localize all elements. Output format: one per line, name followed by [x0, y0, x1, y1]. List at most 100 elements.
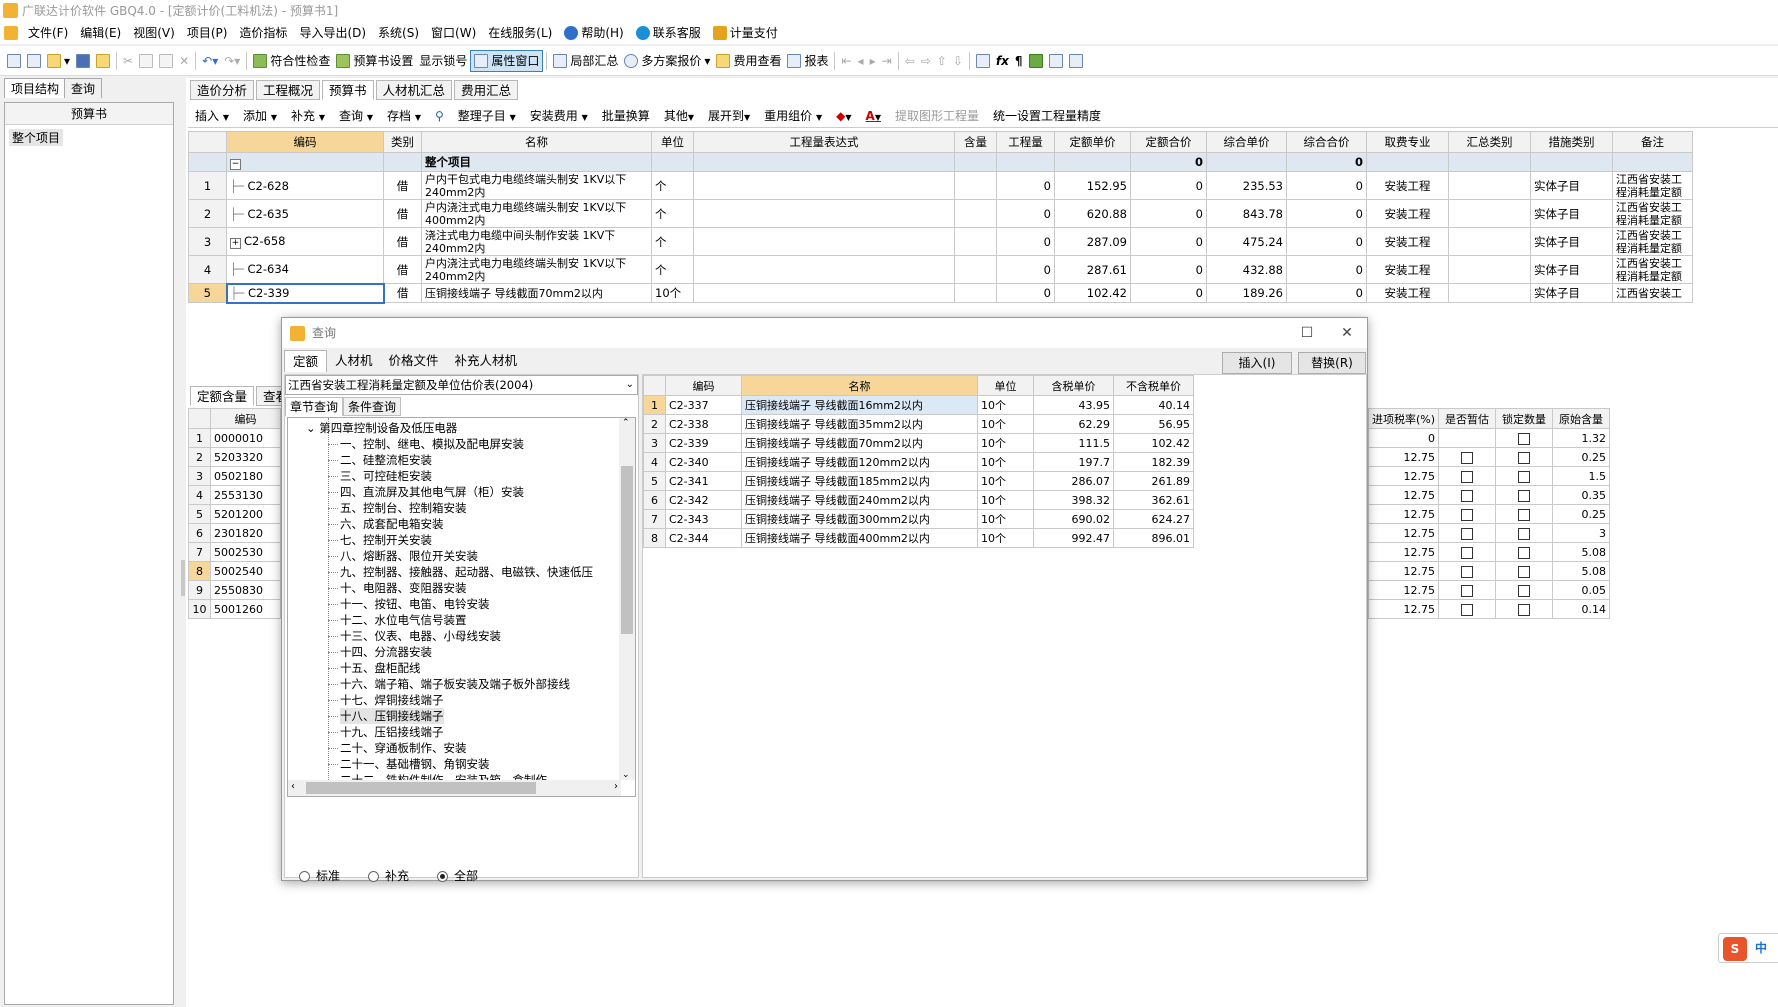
tree-item[interactable]: 八、熔断器、限位开关安装	[340, 548, 478, 564]
table-row[interactable]: 6 2301820	[188, 523, 281, 543]
cell-remark[interactable]: 江西省安装工程消耗量定额	[1612, 255, 1693, 284]
cell-tax-rate[interactable]: 12.75	[1367, 466, 1440, 486]
tab-budget[interactable]: 预算书	[322, 80, 374, 100]
lock-qty-checkbox[interactable]	[1518, 565, 1531, 578]
organize-button[interactable]: 整理子目 ▼	[451, 107, 523, 124]
tab-quota-content[interactable]: 定额含量	[190, 386, 255, 406]
cell-expression[interactable]	[693, 255, 955, 284]
cell-type[interactable]: 借	[383, 171, 422, 200]
cell-lock-qty[interactable]	[1495, 561, 1554, 581]
cell-summary-type[interactable]	[1448, 199, 1531, 228]
tab-fee-summary[interactable]: 费用汇总	[454, 80, 519, 100]
menu-online[interactable]: 在线服务(L)	[482, 22, 558, 44]
cell-lock-qty[interactable]	[1495, 523, 1554, 543]
cell-remark[interactable]: 江西省安装工程消耗量定额	[1612, 171, 1693, 200]
col-quota-name[interactable]: 名称	[741, 375, 978, 396]
estimate-checkbox[interactable]	[1461, 603, 1474, 616]
col-code[interactable]: 编码	[226, 131, 384, 153]
move-up-icon[interactable]: ⇧	[934, 50, 950, 72]
cell-estimate[interactable]	[1438, 580, 1497, 600]
cell-unit[interactable]: 10个	[651, 283, 694, 303]
cell-unit[interactable]: 个	[651, 199, 694, 228]
table-row[interactable]: 12.75 3	[1367, 523, 1611, 543]
tab-supplement-material[interactable]: 补充人材机	[447, 350, 526, 372]
cell-content[interactable]	[954, 227, 997, 256]
add-button[interactable]: 添加 ▼	[236, 107, 284, 124]
radio-standard[interactable]: 标准	[299, 867, 340, 884]
col-tax-rate[interactable]: 进项税率(%)	[1367, 408, 1440, 429]
table-row[interactable]: 2 5203320	[188, 447, 281, 467]
table-row[interactable]: 5 ├─ C2-339 借 压铜接线端子 导线截面70mm2以内 10个 0 1…	[188, 282, 1693, 304]
table-row[interactable]: 4 C2-340 压铜接线端子 导线截面120mm2以内 10个 197.7 182.39	[643, 452, 1194, 472]
cell-code[interactable]: ├─ C2-628	[226, 171, 384, 200]
menu-system[interactable]: 系统(S)	[372, 22, 425, 44]
col-unit[interactable]: 单位	[651, 131, 694, 153]
quota-library-select[interactable]: 江西省安装工程消耗量定额及单位估价表(2004) ⌄	[285, 375, 638, 395]
cell-quota-unit[interactable]: 10个	[977, 395, 1034, 415]
cell-estimate[interactable]	[1438, 447, 1497, 467]
table-row[interactable]: 7 5002530	[188, 542, 281, 562]
reuse-price-button[interactable]: 重用组价 ▼	[757, 107, 829, 124]
cut-icon[interactable]: ✂	[120, 50, 136, 72]
cell-measure-type[interactable]: 实体子目	[1530, 283, 1613, 303]
col-expression[interactable]: 工程量表达式	[693, 131, 955, 153]
cell-material-code[interactable]: 0000010	[210, 428, 281, 448]
cell-unit[interactable]: 个	[651, 255, 694, 284]
tree-item[interactable]: 十二、水位电气信号装置	[340, 612, 467, 628]
table-row[interactable]: 4 ├─ C2-634 借 户内浇注式电力电缆终端头制安 1KV以下240mm2…	[188, 255, 1693, 284]
col-fee-specialty[interactable]: 取费专业	[1366, 131, 1449, 153]
tree-item[interactable]: 五、控制台、控制箱安装	[340, 500, 467, 516]
copy-icon[interactable]	[136, 50, 156, 72]
cell-material-code[interactable]: 2550830	[210, 580, 281, 600]
replace-dialog-button[interactable]: 替换(R)	[1298, 352, 1366, 374]
menu-support[interactable]: 联系客服	[630, 22, 707, 44]
cell-original-content[interactable]: 0.14	[1552, 599, 1611, 619]
cell-price-with-tax[interactable]: 197.7	[1033, 452, 1114, 472]
tree-item[interactable]: 九、控制器、接触器、起动器、电磁铁、快速低压	[340, 564, 593, 580]
col-unit-price[interactable]: 综合单价	[1206, 131, 1287, 153]
table-row[interactable]: 1 C2-337 压铜接线端子 导线截面16mm2以内 10个 43.95 40.14	[643, 395, 1194, 415]
tree-item[interactable]: 十九、压铝接线端子	[340, 724, 444, 740]
cell-quota-code[interactable]: C2-340	[665, 452, 742, 472]
cell-content[interactable]	[954, 199, 997, 228]
cell-quota-name[interactable]: 压铜接线端子 导线截面300mm2以内	[741, 509, 978, 529]
extract-quantity-button[interactable]: 提取图形工程量	[888, 107, 986, 124]
col-lock-qty[interactable]: 锁定数量	[1495, 408, 1554, 429]
3d-icon[interactable]	[1026, 50, 1046, 72]
tree-item[interactable]: 十一、按钮、电笛、电铃安装	[340, 596, 490, 612]
cell-fee-specialty[interactable]: 安装工程	[1366, 171, 1449, 200]
cell-lock-qty[interactable]	[1495, 504, 1554, 524]
lock-qty-checkbox[interactable]	[1518, 527, 1531, 540]
supplement-button[interactable]: 补充 ▼	[284, 107, 332, 124]
menu-help[interactable]: 帮助(H)	[558, 22, 629, 44]
cell-quota-code[interactable]: C2-344	[665, 528, 742, 548]
cell-quota-name[interactable]: 压铜接线端子 导线截面185mm2以内	[741, 471, 978, 491]
cell-price-without-tax[interactable]: 624.27	[1113, 509, 1194, 529]
cell-price-without-tax[interactable]: 102.42	[1113, 433, 1194, 453]
col-content[interactable]: 含量	[954, 131, 997, 153]
cell-original-content[interactable]: 3	[1552, 523, 1611, 543]
cell-price-without-tax[interactable]: 261.89	[1113, 471, 1194, 491]
tab-labor-material-summary[interactable]: 人材机汇总	[375, 80, 453, 100]
table-row[interactable]: 10 5001260	[188, 599, 281, 619]
radio-supplement[interactable]: 补充	[368, 867, 409, 884]
cell-quota-name[interactable]: 压铜接线端子 导线截面35mm2以内	[741, 414, 978, 434]
table-row[interactable]: 0 1.32	[1367, 428, 1611, 448]
lock-qty-checkbox[interactable]	[1518, 432, 1531, 445]
cell-price-with-tax[interactable]: 286.07	[1033, 471, 1114, 491]
table-row[interactable]: 5 5201200	[188, 504, 281, 524]
cell-quota-price[interactable]: 287.61	[1054, 255, 1131, 284]
cell-price-with-tax[interactable]: 690.02	[1033, 509, 1114, 529]
cell-quota-price[interactable]: 152.95	[1054, 171, 1131, 200]
table-row[interactable]: 12.75 0.25	[1367, 504, 1611, 524]
table-row[interactable]: 3 C2-339 压铜接线端子 导线截面70mm2以内 10个 111.5 102.42	[643, 433, 1194, 453]
partial-sum-button[interactable]: 局部汇总	[550, 50, 621, 72]
table-row[interactable]: 5 C2-341 压铜接线端子 导线截面185mm2以内 10个 286.07 261.8…	[643, 471, 1194, 491]
cell-name[interactable]: 户内浇注式电力电缆终端头制安 1KV以下240mm2内	[421, 255, 652, 284]
tab-quota[interactable]: 定额	[284, 350, 328, 372]
cell-remark[interactable]: 江西省安装工程消耗量定额	[1612, 199, 1693, 228]
cell-quota-code[interactable]: C2-342	[665, 490, 742, 510]
col-content-code[interactable]: 编码	[210, 408, 281, 429]
move-right-icon[interactable]: ⇨	[918, 50, 934, 72]
cell-code[interactable]: ├─ C2-634	[226, 255, 384, 284]
